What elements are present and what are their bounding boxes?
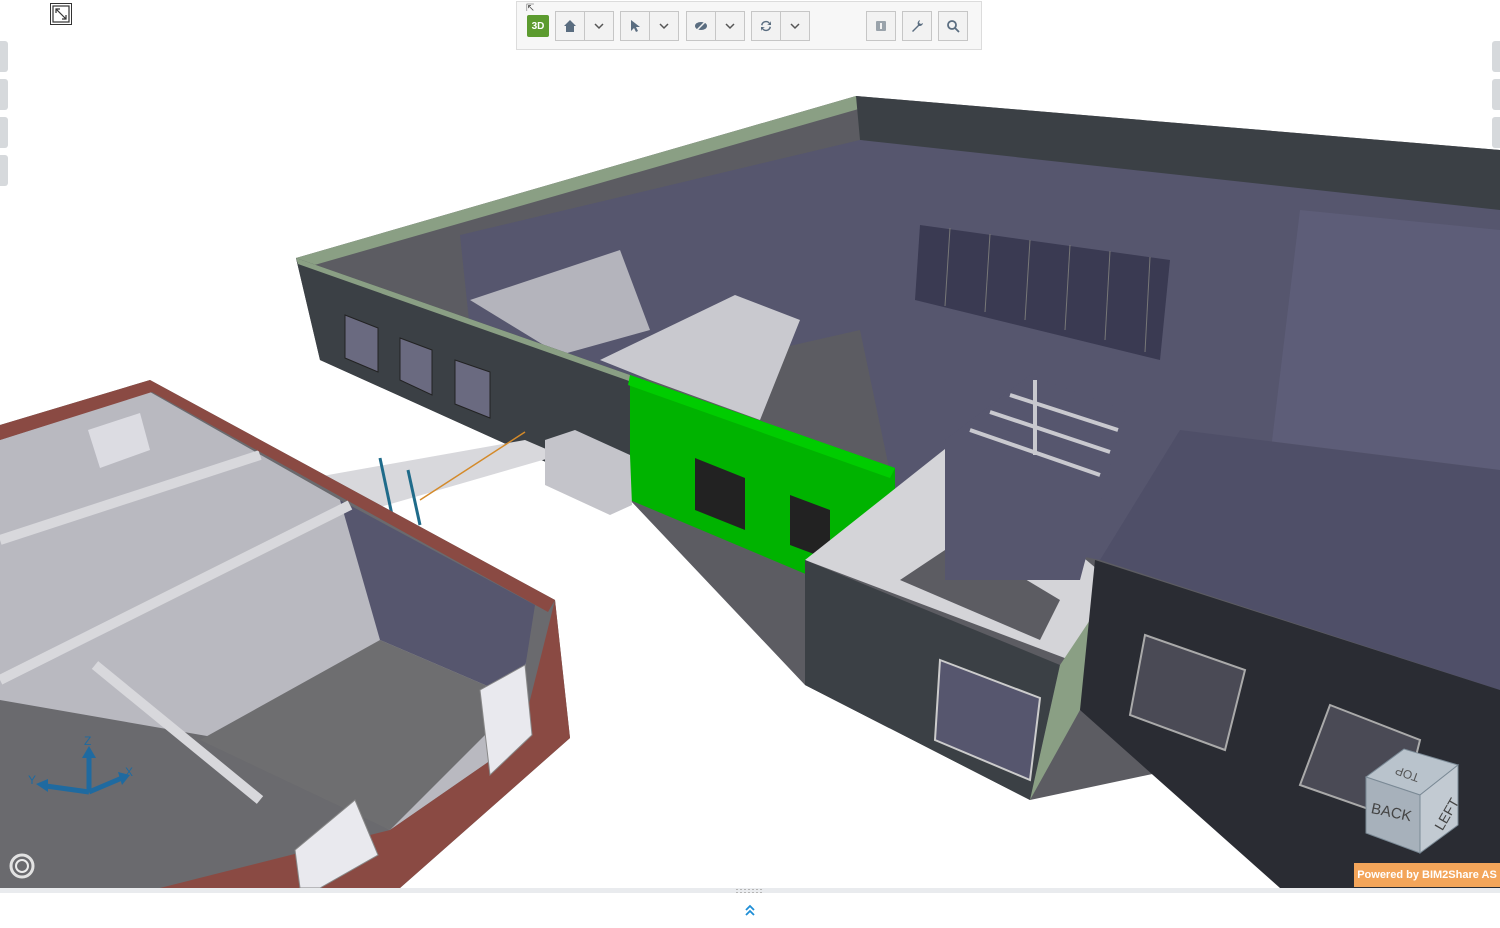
y-axis-label: Y (28, 773, 36, 787)
cursor-icon (631, 20, 640, 32)
home-button[interactable] (555, 11, 585, 41)
left-panel-tab-3[interactable] (0, 117, 8, 148)
fullscreen-toggle-button[interactable] (50, 3, 72, 25)
chevron-down-icon (790, 23, 800, 30)
expand-bottom-panel-button[interactable] (740, 900, 760, 920)
x-axis-label: X (125, 765, 133, 779)
search-button[interactable] (938, 11, 968, 41)
home-options-dropdown[interactable] (584, 11, 614, 41)
wrench-icon (912, 20, 923, 32)
home-icon (564, 20, 576, 32)
refresh-button[interactable] (751, 11, 781, 41)
pin-icon[interactable]: ⇱ (526, 3, 534, 14)
select-options-dropdown[interactable] (649, 11, 679, 41)
loading-spinner-icon (9, 853, 35, 879)
chevron-down-icon (725, 23, 735, 30)
eye-off-icon (695, 20, 707, 32)
viewer-toolbar: ⇱ 3D (516, 1, 982, 50)
select-tool-button[interactable] (620, 11, 650, 41)
axis-triad: Z X Y (28, 734, 133, 795)
right-panel-tab-2[interactable] (1492, 79, 1500, 110)
double-chevron-up-icon (745, 904, 755, 916)
view-mode-3d-badge[interactable]: 3D (527, 15, 549, 37)
powered-by-badge: Powered by BIM2Share AS (1354, 863, 1500, 887)
settings-button[interactable] (902, 11, 932, 41)
visibility-button[interactable] (686, 11, 716, 41)
refresh-icon (761, 20, 771, 32)
chevron-down-icon (659, 23, 669, 30)
3d-viewport[interactable]: ⇱ 3D Z X Y TOP BACK LEFT Powered by BIM2… (0, 0, 1500, 888)
search-icon (947, 20, 960, 33)
info-button[interactable] (866, 11, 896, 41)
expand-icon (52, 5, 70, 23)
resize-grip-icon[interactable] (736, 888, 764, 894)
right-panel-tab-1[interactable] (1492, 41, 1500, 72)
z-axis-label: Z (84, 734, 91, 748)
chevron-down-icon (594, 23, 604, 30)
visibility-options-dropdown[interactable] (715, 11, 745, 41)
bim-model-scene[interactable] (0, 0, 1500, 888)
navigation-cube[interactable]: TOP BACK LEFT (1360, 745, 1464, 857)
right-panel-tab-3[interactable] (1492, 117, 1500, 148)
info-icon (876, 21, 886, 31)
left-panel-tab-2[interactable] (0, 79, 8, 110)
refresh-options-dropdown[interactable] (780, 11, 810, 41)
left-panel-tab-4[interactable] (0, 155, 8, 186)
left-panel-tab-1[interactable] (0, 41, 8, 72)
